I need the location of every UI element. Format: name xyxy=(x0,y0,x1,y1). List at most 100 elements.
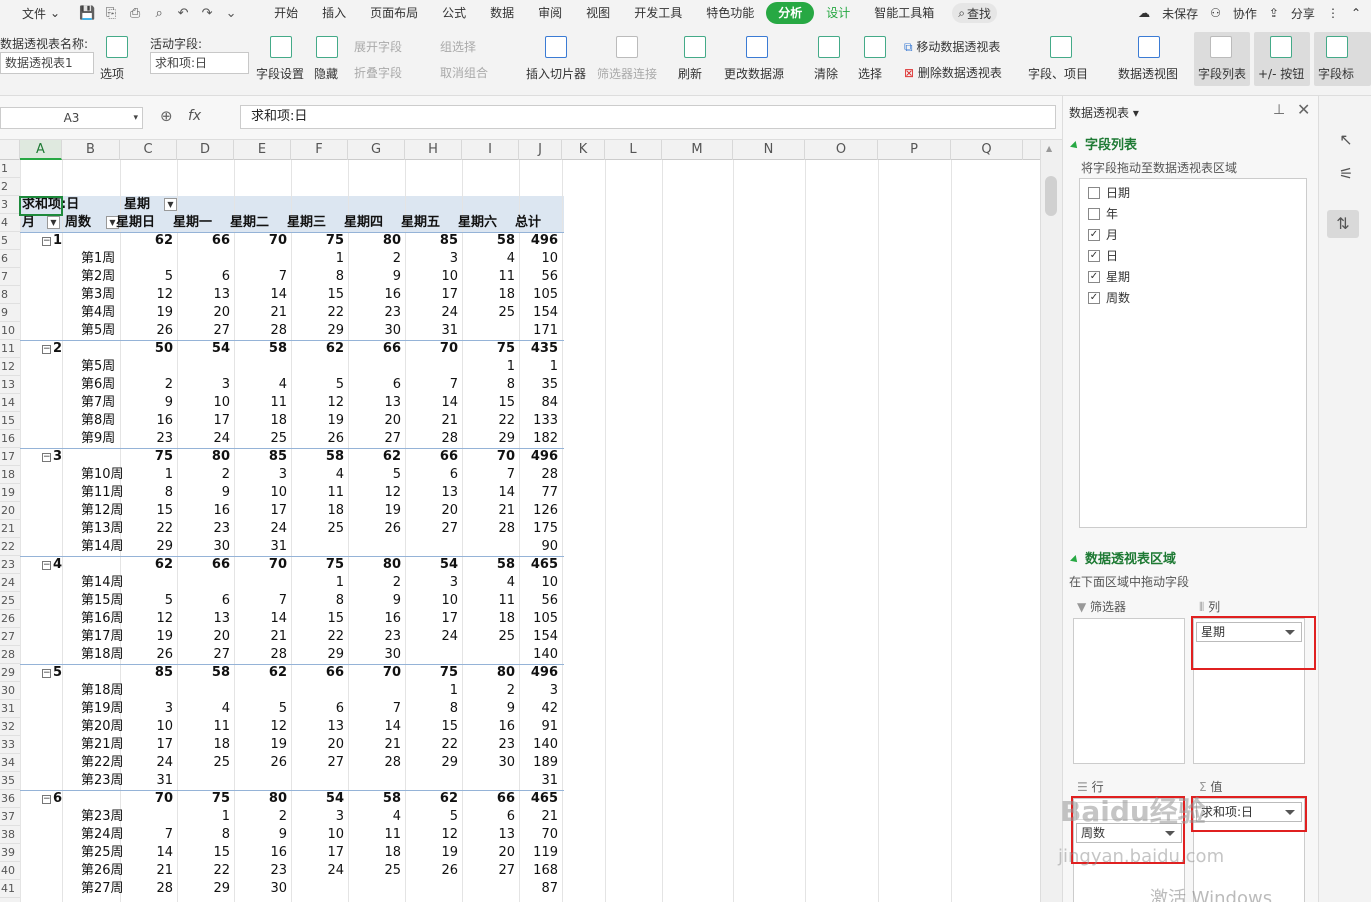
more-icon[interactable]: ⋮ xyxy=(1327,6,1339,20)
value-cell[interactable]: 75 xyxy=(405,664,458,682)
column-header-I[interactable]: I xyxy=(462,140,519,160)
value-cell[interactable]: 14 xyxy=(234,286,287,304)
value-cell[interactable]: 10 xyxy=(120,718,173,736)
value-cell[interactable]: 14 xyxy=(348,718,401,736)
row-header[interactable]: 16 xyxy=(0,430,20,448)
value-cell[interactable]: 18 xyxy=(177,736,230,754)
value-cell[interactable]: 22 xyxy=(177,862,230,880)
value-cell[interactable]: 75 xyxy=(291,232,344,250)
value-cell[interactable]: 175 xyxy=(519,520,558,538)
sliders-icon[interactable]: ⚟ xyxy=(1335,164,1357,183)
value-cell[interactable]: 1 xyxy=(291,574,344,592)
column-header-K[interactable]: K xyxy=(562,140,605,160)
value-cell[interactable]: 140 xyxy=(519,736,558,754)
value-cell[interactable]: 27 xyxy=(177,646,230,664)
redo-icon[interactable]: ↷ xyxy=(198,6,216,21)
value-cell[interactable]: 13 xyxy=(462,826,515,844)
value-cell[interactable]: 12 xyxy=(405,826,458,844)
value-cell[interactable]: 154 xyxy=(519,628,558,646)
row-header[interactable]: 42 xyxy=(0,898,20,902)
tab-8[interactable]: 特色功能 xyxy=(694,2,766,24)
value-cell[interactable]: 21 xyxy=(120,862,173,880)
value-cell[interactable]: 25 xyxy=(462,628,515,646)
row-header[interactable]: 19 xyxy=(0,484,20,502)
value-cell[interactable]: 4 xyxy=(234,376,287,394)
value-cell[interactable]: 50 xyxy=(120,340,173,358)
value-cell[interactable]: 27 xyxy=(177,322,230,340)
value-cell[interactable]: 19 xyxy=(120,628,173,646)
checkbox-checked-icon[interactable]: ✓ xyxy=(1088,291,1100,304)
value-cell[interactable]: 6 xyxy=(291,700,344,718)
value-cell[interactable]: 2 xyxy=(120,376,173,394)
value-cell[interactable]: 18 xyxy=(462,286,515,304)
value-cell[interactable]: 13 xyxy=(348,394,401,412)
value-cell[interactable]: 21 xyxy=(234,628,287,646)
value-cell[interactable]: 24 xyxy=(405,304,458,322)
value-cell[interactable]: 8 xyxy=(462,376,515,394)
value-cell[interactable] xyxy=(291,358,344,376)
row-header[interactable]: 5 xyxy=(0,232,20,250)
row-header[interactable]: 20 xyxy=(0,502,20,520)
value-cell[interactable]: 28 xyxy=(234,322,287,340)
row-header[interactable]: 24 xyxy=(0,574,20,592)
expand-field-button[interactable]: 展开字段 xyxy=(354,38,402,55)
value-cell[interactable]: 30 xyxy=(234,880,287,898)
customize-chevron-icon[interactable]: ⌄ xyxy=(222,6,240,21)
pivot-pane-icon[interactable]: ⇅ xyxy=(1327,210,1359,238)
row-header[interactable]: 36 xyxy=(0,790,20,808)
value-cell[interactable]: 30 xyxy=(462,754,515,772)
field-list-section[interactable]: 字段列表 xyxy=(1070,134,1137,153)
value-cell[interactable]: 5 xyxy=(405,808,458,826)
value-cell[interactable]: 15 xyxy=(405,718,458,736)
value-cell[interactable]: 27 xyxy=(291,754,344,772)
filter-connection-icon[interactable] xyxy=(616,36,638,58)
value-cell[interactable] xyxy=(120,682,173,700)
value-cell[interactable]: 19 xyxy=(348,502,401,520)
column-header-B[interactable]: B xyxy=(62,140,120,160)
value-cell[interactable]: 75 xyxy=(291,556,344,574)
collapse-toggle-icon[interactable]: − xyxy=(42,345,51,354)
value-cell[interactable]: 58 xyxy=(177,664,230,682)
column-filter-dropdown[interactable]: ▼ xyxy=(164,198,177,211)
value-cell[interactable]: 66 xyxy=(462,790,515,808)
pane-title[interactable]: 数据透视表 ▾ xyxy=(1069,104,1139,121)
row-header[interactable]: 15 xyxy=(0,412,20,430)
value-cell[interactable]: 80 xyxy=(348,232,401,250)
value-cell[interactable]: 3 xyxy=(519,682,558,700)
collapse-toggle-icon[interactable]: − xyxy=(42,795,51,804)
refresh-icon[interactable] xyxy=(684,36,706,58)
field-item-2[interactable]: ✓ 月 xyxy=(1088,226,1118,243)
insert-slicer-icon[interactable] xyxy=(545,36,567,58)
save-icon[interactable]: 💾 xyxy=(78,6,96,21)
value-cell[interactable]: 25 xyxy=(177,754,230,772)
value-cell[interactable]: 75 xyxy=(120,448,173,466)
value-cell[interactable]: 62 xyxy=(234,664,287,682)
value-cell[interactable]: 27 xyxy=(405,520,458,538)
value-cell[interactable] xyxy=(291,538,344,556)
value-cell[interactable]: 6 xyxy=(462,808,515,826)
value-cell[interactable]: 4 xyxy=(177,700,230,718)
column-header-N[interactable]: N xyxy=(733,140,805,160)
value-cell[interactable]: 28 xyxy=(120,880,173,898)
value-cell[interactable]: 58 xyxy=(462,232,515,250)
value-cell[interactable]: 16 xyxy=(348,610,401,628)
select-icon[interactable] xyxy=(864,36,886,58)
value-cell[interactable]: 20 xyxy=(348,412,401,430)
column-header-J[interactable]: J xyxy=(519,140,562,160)
formula-input[interactable]: 求和项:日 xyxy=(240,105,1056,129)
value-cell[interactable]: 26 xyxy=(120,322,173,340)
value-cell[interactable]: 70 xyxy=(405,340,458,358)
value-cell[interactable]: 70 xyxy=(234,556,287,574)
value-cell[interactable]: 58 xyxy=(348,790,401,808)
value-cell[interactable] xyxy=(405,646,458,664)
row-header[interactable]: 14 xyxy=(0,394,20,412)
value-cell[interactable]: 56 xyxy=(519,592,558,610)
row-header[interactable]: 13 xyxy=(0,376,20,394)
value-cell[interactable]: 15 xyxy=(291,286,344,304)
active-field-input[interactable]: 求和项:日 xyxy=(150,52,249,74)
row-header[interactable]: 30 xyxy=(0,682,20,700)
value-cell[interactable] xyxy=(348,682,401,700)
cursor-icon[interactable]: ↖ xyxy=(1335,130,1357,149)
value-cell[interactable]: 3 xyxy=(291,808,344,826)
column-header-L[interactable]: L xyxy=(605,140,662,160)
